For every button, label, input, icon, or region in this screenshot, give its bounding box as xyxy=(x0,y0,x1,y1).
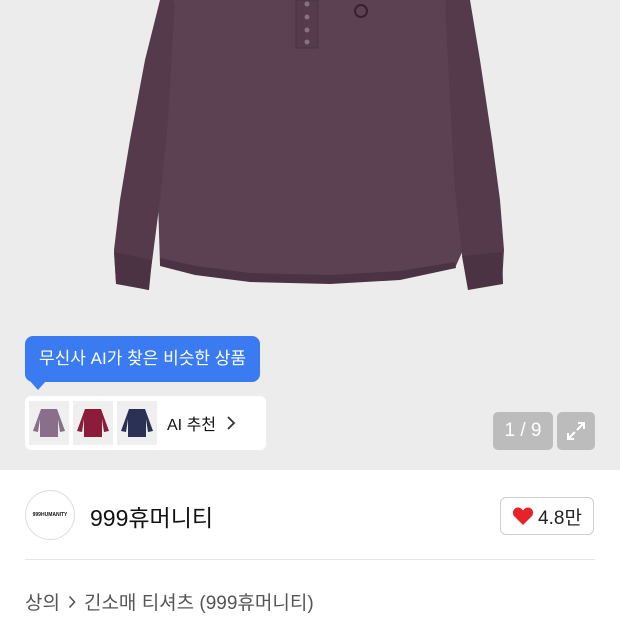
image-counter-text: 1 / 9 xyxy=(504,420,542,441)
purple-sweater-thumb xyxy=(33,409,65,437)
ai-recommend-label: AI 추천 xyxy=(167,417,217,434)
shirt-button xyxy=(304,14,310,20)
brand-row: 999HUMANITY 999휴머니티 4.8만 xyxy=(0,470,620,559)
ai-tooltip-text: 무신사 AI가 찾은 비슷한 상품 xyxy=(39,349,246,368)
ai-similar-tooltip[interactable]: 무신사 AI가 찾은 비슷한 상품 xyxy=(25,336,260,382)
navy-sweater-thumb xyxy=(121,409,153,437)
brand-name[interactable]: 999휴머니티 xyxy=(90,499,213,533)
breadcrumb-separator xyxy=(68,595,76,609)
expand-button[interactable] xyxy=(557,412,595,450)
shirt-button xyxy=(304,27,310,33)
shirt-right-cuff xyxy=(462,252,503,290)
ai-recommend-card[interactable]: AI 추천 xyxy=(25,396,266,450)
ai-tooltip-tail xyxy=(30,381,46,390)
breadcrumb-subcategory[interactable]: 긴소매 티셔츠 (999휴머니티) xyxy=(84,588,314,615)
chevron-right-icon xyxy=(227,416,236,430)
recommend-thumbnail[interactable] xyxy=(117,401,157,445)
divider xyxy=(25,559,595,560)
recommend-thumbnail[interactable] xyxy=(73,401,113,445)
burgundy-sweater-thumb xyxy=(77,409,109,437)
brand-logo-text: 999HUMANITY xyxy=(32,512,68,518)
product-image-gallery[interactable]: 무신사 AI가 찾은 비슷한 상품 AI 추천 1 / 9 xyxy=(0,0,620,470)
shirt-button xyxy=(304,39,310,45)
chevron-right-icon xyxy=(68,595,76,608)
heart-icon xyxy=(512,507,534,525)
breadcrumb: 상의 긴소매 티셔츠 (999휴머니티) xyxy=(25,588,314,615)
expand-icon xyxy=(567,422,585,440)
shirt-button xyxy=(304,1,310,7)
recommend-thumbnail[interactable] xyxy=(29,401,69,445)
like-count: 4.8만 xyxy=(538,507,582,529)
image-counter: 1 / 9 xyxy=(493,412,553,450)
like-button[interactable]: 4.8만 xyxy=(500,497,594,535)
breadcrumb-category[interactable]: 상의 xyxy=(25,588,60,615)
brand-logo[interactable]: 999HUMANITY xyxy=(25,490,75,540)
